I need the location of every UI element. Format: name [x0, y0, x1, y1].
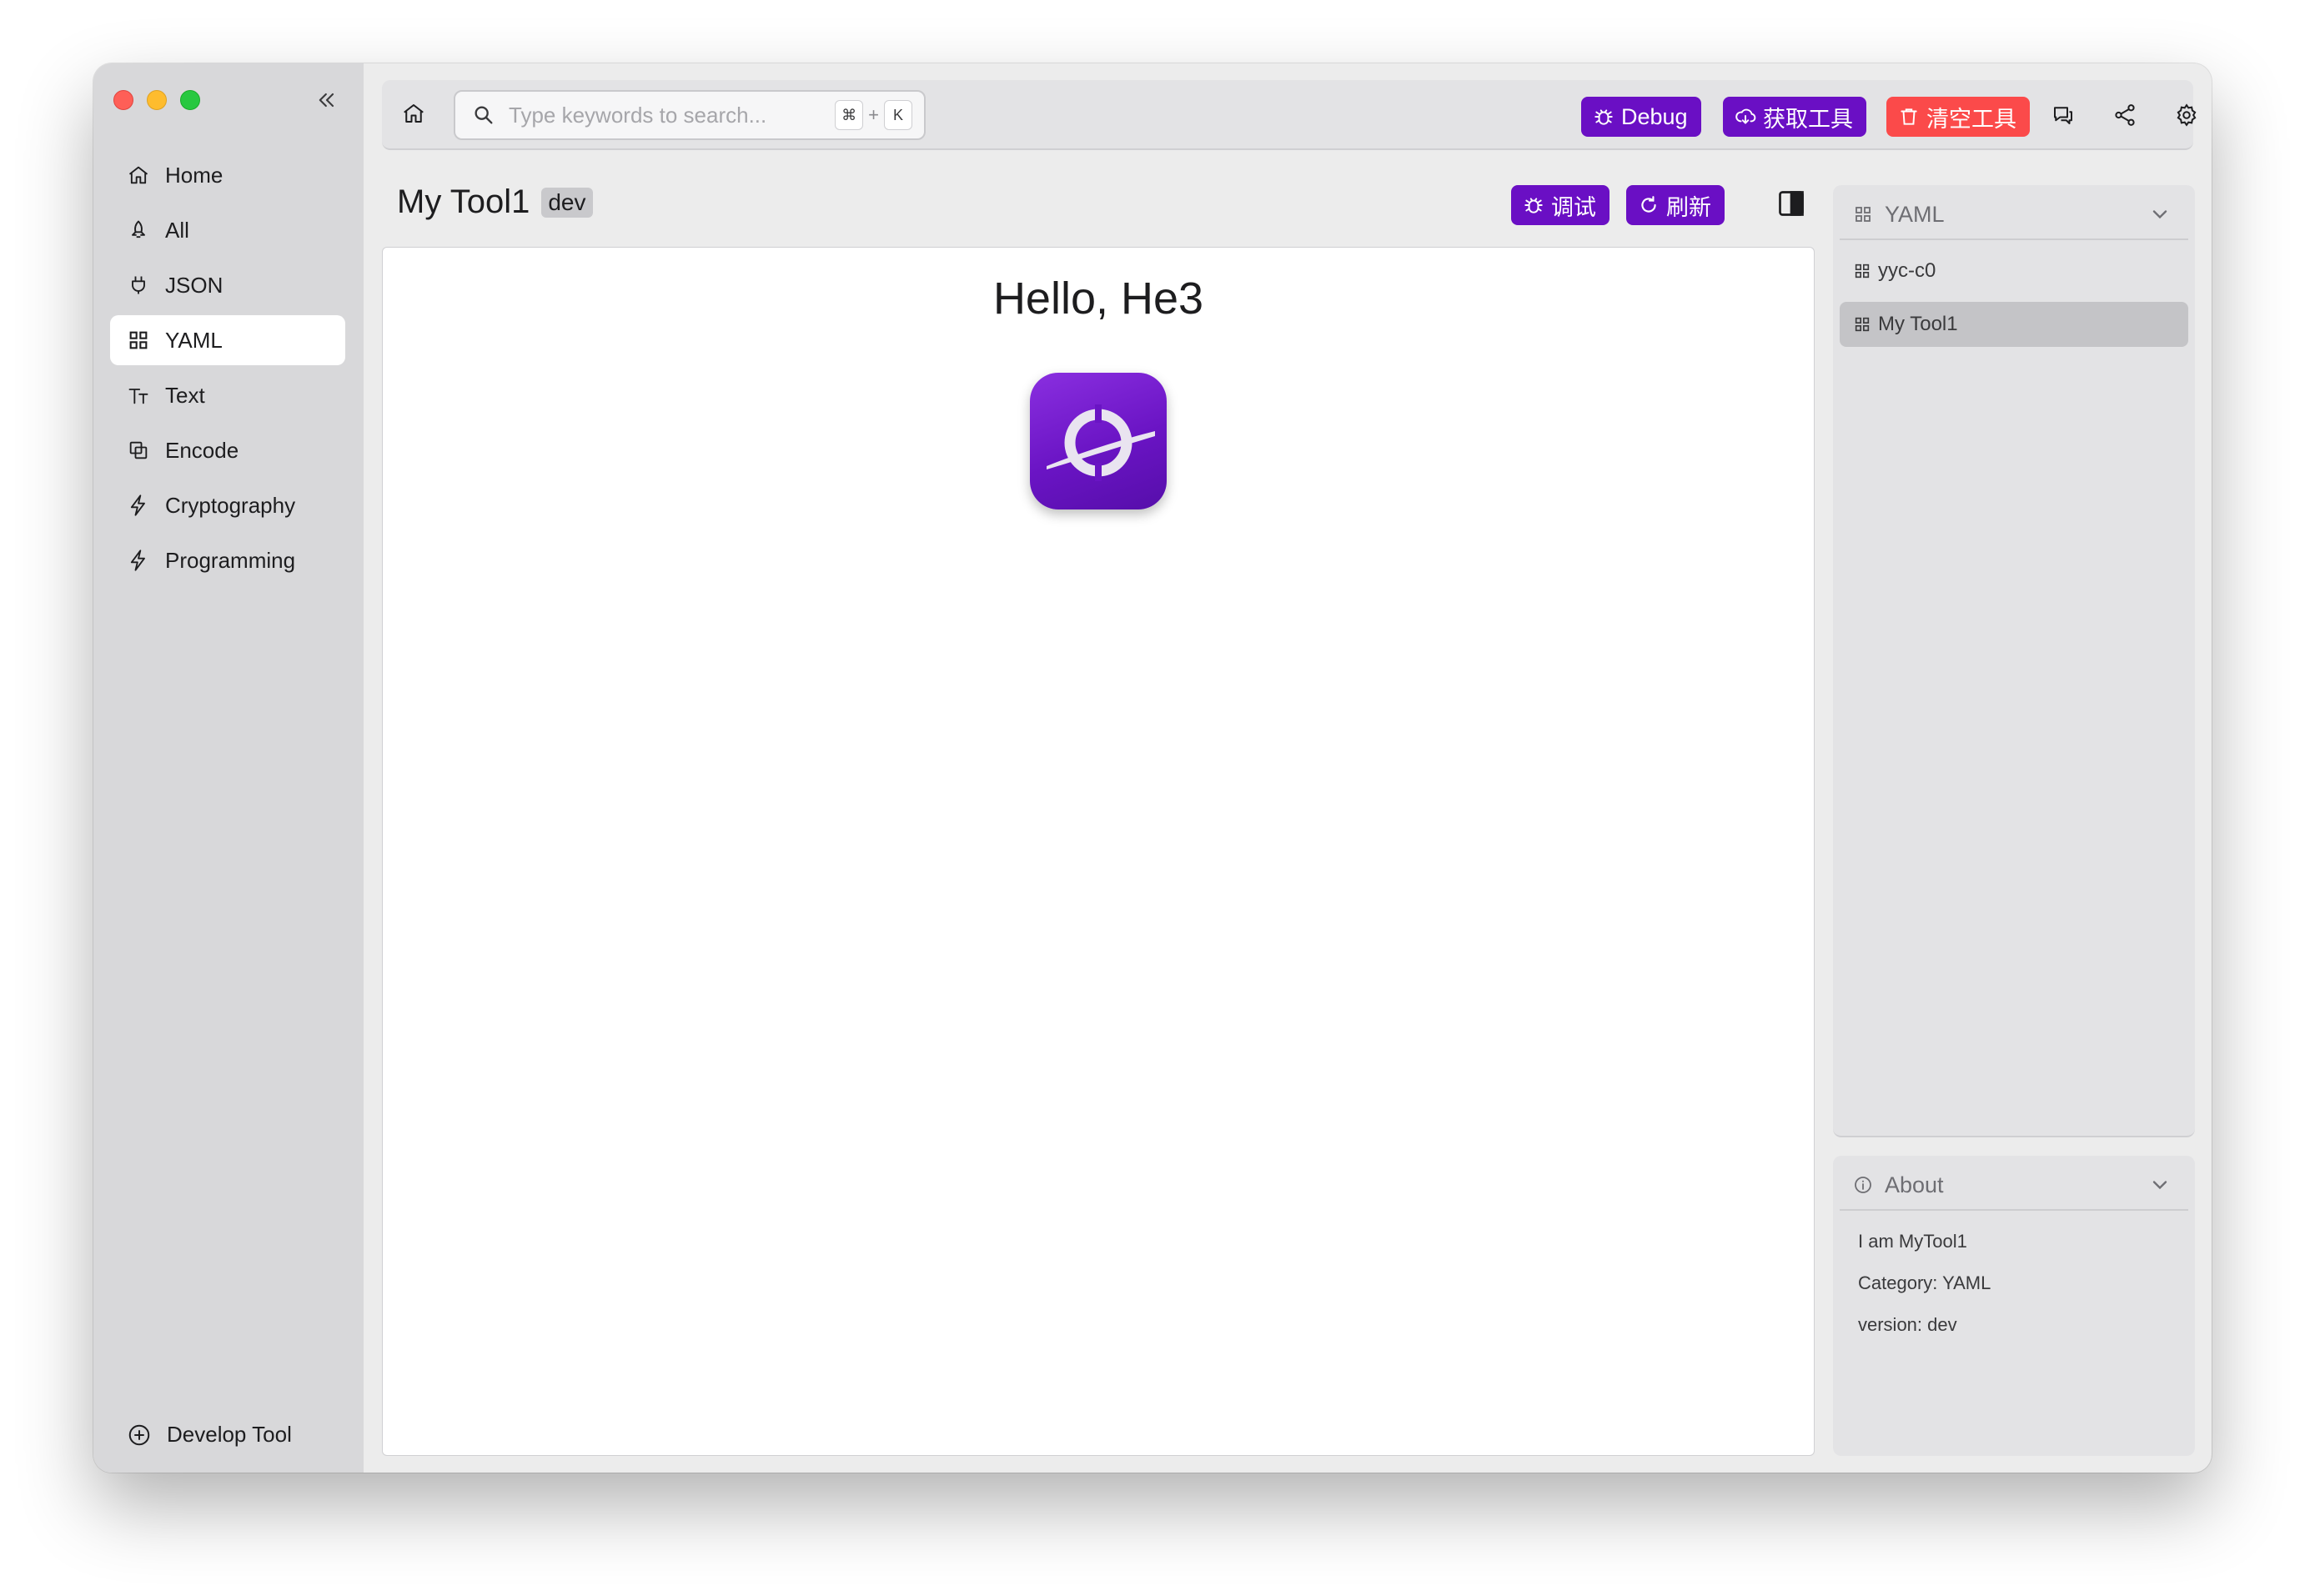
close-window-button[interactable] — [113, 90, 133, 110]
about-description: I am MyTool1 — [1858, 1231, 1967, 1252]
plug-icon — [127, 274, 150, 297]
bolt-icon — [127, 494, 150, 517]
gear-icon — [2177, 103, 2197, 127]
share-button[interactable] — [2108, 98, 2142, 132]
develop-tool-label: Develop Tool — [167, 1422, 292, 1447]
bug-icon — [1524, 198, 1543, 213]
search-icon — [475, 106, 493, 124]
about-category: Category: YAML — [1858, 1272, 1991, 1293]
chat-icon — [2054, 107, 2072, 124]
toggle-right-panel-icon[interactable] — [1776, 188, 1806, 218]
shortcut-plus: + — [868, 104, 879, 125]
sidebar-nav: Home All JSON YAML Text Encode Cryptogra… — [110, 150, 345, 590]
app-window: Home All JSON YAML Text Encode Cryptogra… — [93, 63, 2212, 1473]
bolt-icon — [127, 549, 150, 572]
chevron-down-icon — [2152, 210, 2167, 219]
sidebar-item-cryptography[interactable]: Cryptography — [110, 480, 345, 530]
debug-label: Debug — [1621, 103, 1688, 129]
sidebar-item-yaml[interactable]: YAML — [110, 315, 345, 365]
about-panel: About I am MyTool1 Category: YAML versio… — [1833, 1156, 2195, 1456]
refresh-icon — [1641, 196, 1656, 213]
about-title: About — [1885, 1172, 1944, 1197]
page-title-text: My Tool1 — [397, 183, 530, 220]
tool-item-yyc-c0[interactable]: yyc-c0 — [1840, 248, 2188, 294]
tool-canvas: Hello, He3 — [382, 247, 1815, 1456]
refresh-label: 刷新 — [1666, 194, 1711, 220]
sidebar-item-label: All — [165, 217, 189, 243]
clear-tools-label: 清空工具 — [1926, 106, 2016, 132]
plus-circle-icon — [128, 1424, 150, 1445]
section-title: YAML — [1885, 201, 1945, 227]
home-icon — [404, 104, 424, 123]
shortcut-key-cmd: ⌘ — [835, 100, 864, 130]
he3-app-icon — [1030, 373, 1167, 509]
tool-item-label: My Tool1 — [1878, 313, 1958, 335]
clear-tools-button[interactable]: 清空工具 — [1886, 97, 2030, 137]
grid-icon — [1855, 317, 1870, 332]
tool-debug-label: 调试 — [1551, 194, 1596, 220]
get-tools-button[interactable]: 获取工具 — [1723, 97, 1866, 137]
sidebar-item-json[interactable]: JSON — [110, 260, 345, 310]
tool-debug-button[interactable]: 调试 — [1511, 185, 1609, 225]
chat-button[interactable] — [2046, 98, 2080, 132]
tool-list-panel: YAML yyc-c0 My Tool1 — [1833, 185, 2195, 1137]
collapse-sidebar-icon[interactable] — [312, 85, 342, 115]
sidebar-item-all[interactable]: All — [110, 205, 345, 255]
about-version: version: dev — [1858, 1314, 1957, 1335]
bug-icon — [1594, 109, 1613, 125]
zoom-window-button[interactable] — [180, 90, 200, 110]
text-size-icon — [127, 384, 150, 407]
tool-item-label: yyc-c0 — [1878, 259, 1936, 282]
share-icon — [2115, 104, 2135, 126]
sidebar-item-programming[interactable]: Programming — [110, 535, 345, 585]
sidebar-item-label: Home — [165, 162, 223, 188]
yaml-section-header[interactable]: YAML — [1840, 190, 2188, 240]
sidebar-item-label: JSON — [165, 272, 223, 298]
trash-icon — [1901, 108, 1917, 125]
get-tools-label: 获取工具 — [1763, 106, 1853, 132]
rocket-icon — [127, 218, 150, 242]
sidebar-item-encode[interactable]: Encode — [110, 425, 345, 475]
sidebar-item-text[interactable]: Text — [110, 370, 345, 420]
sidebar-item-home[interactable]: Home — [110, 150, 345, 200]
version-badge: dev — [541, 187, 593, 218]
search-placeholder: Type keywords to search... — [509, 102, 767, 128]
grid-icon — [1855, 263, 1870, 279]
develop-tool-button[interactable]: Develop Tool — [127, 1422, 292, 1448]
cloud-download-icon — [1735, 108, 1756, 124]
search-box[interactable]: Type keywords to search... ⌘ + K — [454, 90, 926, 140]
minimize-window-button[interactable] — [147, 90, 167, 110]
grid-icon — [127, 329, 150, 352]
sidebar-item-label: Programming — [165, 547, 296, 573]
page-title: My Tool1 dev — [397, 183, 593, 221]
sidebar-item-label: Cryptography — [165, 492, 296, 518]
info-icon — [1855, 1177, 1871, 1193]
sidebar-item-label: Text — [165, 382, 205, 408]
home-icon — [127, 163, 150, 187]
sidebar-item-label: YAML — [165, 327, 223, 353]
grid-icon — [1856, 207, 1871, 222]
about-section-header[interactable]: About — [1840, 1161, 2188, 1211]
debug-button[interactable]: Debug — [1581, 97, 1701, 137]
sidebar-item-label: Encode — [165, 437, 239, 463]
hello-heading: Hello, He3 — [992, 274, 1204, 324]
home-button[interactable] — [397, 97, 430, 130]
chevron-down-icon — [2152, 1181, 2167, 1190]
top-toolbar: Type keywords to search... ⌘ + K Debug 获… — [382, 80, 2197, 150]
refresh-button[interactable]: 刷新 — [1626, 185, 1725, 225]
sidebar: Home All JSON YAML Text Encode Cryptogra… — [93, 63, 364, 1473]
layers-icon — [127, 439, 150, 462]
tool-item-my-tool1[interactable]: My Tool1 — [1840, 302, 2188, 347]
settings-button[interactable] — [2170, 98, 2203, 132]
shortcut-key-k: K — [884, 100, 912, 130]
